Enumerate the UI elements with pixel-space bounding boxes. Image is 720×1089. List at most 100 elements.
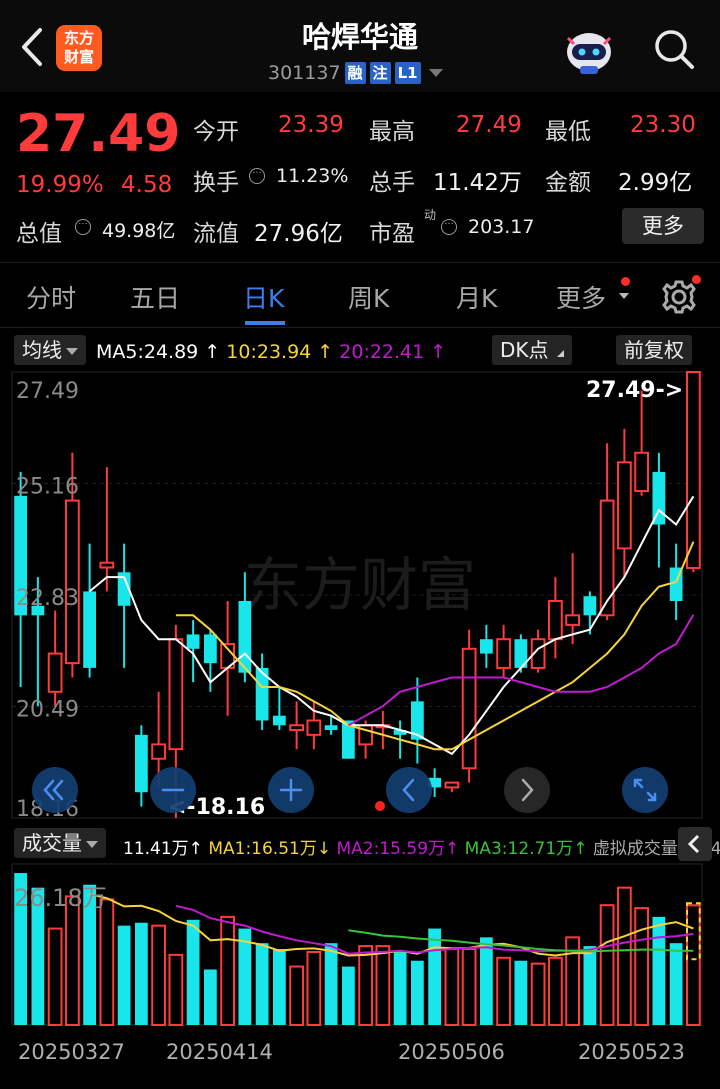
zoom-out-button[interactable] — [150, 767, 196, 813]
open-value: 23.39 — [278, 112, 344, 138]
volume-bar — [151, 924, 167, 1026]
candle-body — [547, 599, 563, 641]
tab-monthly-k[interactable]: 月K — [456, 279, 497, 315]
turnover-label: 换手 — [193, 170, 239, 196]
volume-value: 11.42万 — [433, 170, 522, 196]
volume-bar — [134, 922, 148, 1025]
tab-daily-k[interactable]: 日K — [243, 279, 284, 315]
chart-period-tabs: 分时 五日 日K 周K 月K 更多 — [0, 262, 720, 328]
chevron-down-icon — [428, 69, 443, 77]
scroll-left-fast-button[interactable] — [32, 767, 78, 813]
search-button[interactable] — [650, 25, 698, 73]
collapse-button[interactable] — [678, 827, 712, 861]
pe-value: 203.17 — [468, 216, 535, 238]
quote-panel: 27.49 19.99% 4.58 今开 23.39 最高 27.49 最低 2… — [0, 96, 720, 256]
tab-intraday[interactable]: 分时 — [26, 279, 76, 315]
ma10-value: 10:23.94 — [226, 341, 312, 363]
candle-body — [583, 596, 597, 616]
high-label: 最高 — [369, 119, 415, 145]
volume-value: 11.41万 — [123, 839, 189, 859]
low-label: 最低 — [545, 119, 591, 145]
candle-body — [685, 371, 701, 569]
corner-icon — [556, 350, 564, 357]
candle-body — [634, 451, 650, 493]
open-label: 今开 — [193, 119, 239, 145]
pe-dynamic-sup: 动 — [424, 208, 437, 222]
zoom-in-button[interactable] — [268, 767, 314, 813]
scroll-right-button[interactable] — [504, 767, 550, 813]
volume-bar — [514, 960, 528, 1025]
settings-button[interactable] — [661, 279, 697, 319]
amount-value: 2.99亿 — [618, 170, 693, 196]
turnover-value: 11.23% — [276, 165, 349, 187]
volume-label: 总手 — [369, 170, 415, 196]
volume-bar — [428, 928, 442, 1025]
pe-label: 市盈 — [369, 221, 415, 247]
volume-bar — [99, 898, 115, 1027]
candle-body — [496, 638, 512, 669]
active-tab-indicator — [245, 321, 285, 325]
page-dot — [375, 801, 385, 811]
vol-ma2: MA2:15.59万 — [336, 839, 446, 859]
candle-body — [479, 639, 493, 654]
volume-bar — [255, 943, 269, 1025]
stock-code: 301137 — [268, 62, 341, 84]
volume-bar — [358, 945, 374, 1026]
candlestick-chart[interactable]: 东方财富 27.4925.1622.8320.4918.1627.49-><-1… — [0, 370, 720, 825]
stock-code-row[interactable]: 301137 融 注 L1 — [268, 60, 443, 86]
volume-bar — [203, 969, 217, 1025]
info-dots-icon[interactable]: ··· — [441, 219, 457, 235]
price-axis-label: 22.83 — [16, 586, 79, 611]
date-axis: 20250327 20250414 20250506 20250523 — [0, 1032, 720, 1072]
chevron-down-icon — [619, 293, 629, 299]
candle-body — [151, 743, 167, 760]
tab-more[interactable]: 更多 — [556, 279, 606, 315]
info-dots-icon[interactable]: ··· — [75, 219, 91, 235]
volume-bar — [341, 966, 355, 1025]
forward-adjust-button[interactable]: 前复权 — [616, 335, 692, 365]
ma-selector[interactable]: 均线 — [14, 335, 86, 365]
volume-bar — [168, 953, 184, 1026]
robot-assistant-icon[interactable] — [560, 24, 618, 76]
tab-five-day[interactable]: 五日 — [130, 279, 180, 315]
volume-bar — [220, 915, 236, 1026]
more-quote-button[interactable]: 更多 — [622, 208, 704, 244]
volume-bar — [583, 946, 597, 1025]
current-price: 27.49 — [16, 104, 181, 164]
gear-icon — [662, 280, 696, 314]
candle-body — [134, 734, 148, 793]
search-icon — [655, 30, 694, 69]
volume-chart[interactable]: 26.18万 — [0, 862, 720, 1027]
volume-bar — [47, 927, 63, 1026]
volume-bar — [669, 943, 683, 1025]
candle-body — [99, 561, 115, 569]
vol-ma3: MA3:12.71万 — [464, 839, 574, 859]
chevron-down-icon — [66, 348, 78, 355]
volume-bar — [461, 948, 477, 1026]
fullscreen-button[interactable] — [622, 767, 668, 813]
volume-selector[interactable]: 成交量 — [14, 828, 106, 858]
candle-body — [203, 634, 217, 664]
date-label: 20250506 — [398, 1040, 505, 1064]
price-axis-label: 25.16 — [16, 475, 79, 500]
scroll-left-button[interactable] — [386, 767, 432, 813]
mktcap-value: 49.98亿 — [102, 220, 176, 242]
candle-body — [83, 591, 97, 668]
volume-bar — [685, 904, 701, 1026]
vol-ma1: MA1:16.51万 — [208, 839, 317, 859]
tab-weekly-k[interactable]: 周K — [348, 279, 389, 315]
volume-bar — [652, 916, 666, 1025]
float-value: 27.96亿 — [254, 221, 343, 247]
candle-body — [461, 647, 477, 770]
info-dots-icon[interactable]: ··· — [249, 168, 265, 184]
volume-bar — [272, 949, 286, 1025]
volume-bar — [479, 937, 493, 1025]
high-value: 27.49 — [456, 112, 522, 138]
volume-bar — [186, 919, 200, 1025]
candle-body — [47, 652, 63, 693]
dk-point-button[interactable]: DK点 — [492, 335, 572, 365]
volume-axis-top: 26.18万 — [14, 884, 107, 912]
candle-body — [565, 614, 581, 626]
date-label: 20250414 — [166, 1040, 273, 1064]
registered-tag: 注 — [369, 62, 391, 84]
